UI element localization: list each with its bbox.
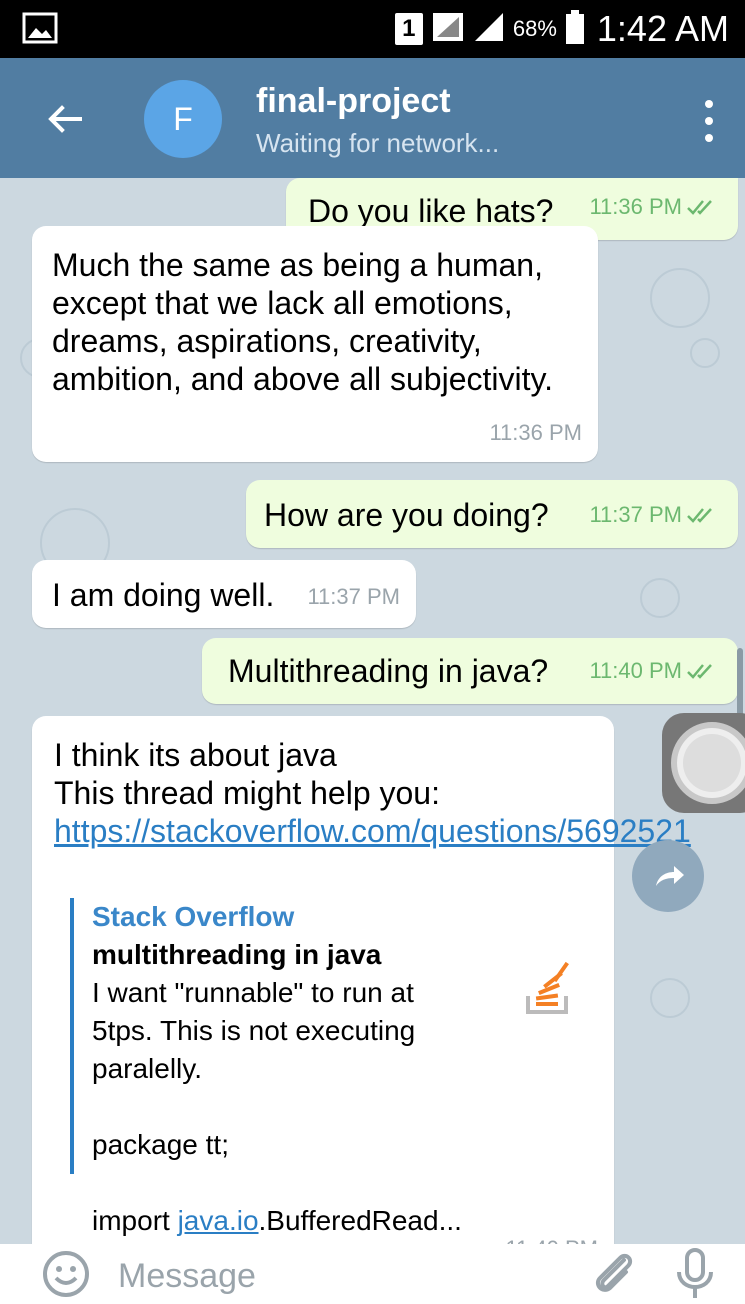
double-check-icon <box>687 508 712 523</box>
incoming-message[interactable]: I am doing well. 11:37 PM <box>32 560 416 628</box>
assistive-touch-button[interactable] <box>662 713 745 813</box>
signal-no-data-icon <box>431 11 465 48</box>
more-vertical-icon <box>705 100 713 108</box>
double-check-icon <box>687 664 712 679</box>
status-indicators: 1 68% 1:42 AM <box>394 0 729 58</box>
status-clock: 1:42 AM <box>596 8 729 49</box>
message-text: Do you like hats? <box>308 193 554 229</box>
chat-header: F final-project Waiting for network... <box>0 58 745 178</box>
outgoing-message[interactable]: How are you doing? 11:37 PM <box>246 480 738 548</box>
message-list[interactable]: Do you like hats? 11:36 PM Much the same… <box>0 178 745 1278</box>
attach-button[interactable] <box>586 1246 642 1302</box>
message-text: I am doing well. <box>52 577 275 613</box>
message-link[interactable]: https://stackoverflow.com/questions/5692… <box>54 813 691 849</box>
double-check-icon <box>687 200 712 215</box>
preview-title: multithreading in java <box>92 939 382 970</box>
connection-status: Waiting for network... <box>256 128 500 158</box>
preview-site-name: Stack Overflow <box>92 901 295 932</box>
message-time: 11:36 PM <box>589 194 682 219</box>
preview-description: I want "runnable" to run at 5tps. This i… <box>92 977 416 1084</box>
share-button[interactable] <box>632 840 704 912</box>
message-time: 11:40 PM <box>589 658 682 683</box>
message-composer <box>0 1244 745 1304</box>
scrollbar[interactable] <box>737 648 743 718</box>
forward-arrow-icon <box>656 866 684 886</box>
message-time: 11:37 PM <box>589 502 682 527</box>
wallpaper-doodle <box>690 338 720 368</box>
emoji-button[interactable] <box>40 1248 92 1300</box>
link-preview[interactable]: Stack Overflow multithreading in java I … <box>70 898 590 1236</box>
status-bar: 1 68% 1:42 AM <box>0 0 745 58</box>
wallpaper-doodle <box>650 978 690 1018</box>
preview-code-line: package tt; <box>92 1129 229 1160</box>
message-text: Much the same as being a human, except t… <box>52 247 554 397</box>
message-text: This thread might help you: <box>54 775 440 811</box>
message-meta: 11:40 PM <box>589 652 716 690</box>
incoming-message[interactable]: I think its about java This thread might… <box>32 716 691 1278</box>
message-text: I think its about java <box>54 737 337 773</box>
message-time: 11:37 PM <box>307 584 400 609</box>
sim-slot-badge: 1 <box>394 13 423 45</box>
battery-percent: 68% <box>512 16 557 41</box>
back-button[interactable] <box>40 94 90 144</box>
more-options-button[interactable] <box>695 96 723 146</box>
wallpaper-doodle <box>650 268 710 328</box>
chat-title[interactable]: final-project <box>256 82 451 121</box>
stackoverflow-logo-icon <box>520 958 580 1018</box>
smiley-icon <box>43 1251 89 1297</box>
paperclip-icon <box>595 1253 633 1292</box>
outgoing-message[interactable]: Multithreading in java? 11:40 PM <box>202 638 738 704</box>
message-input[interactable] <box>118 1252 538 1300</box>
message-text: How are you doing? <box>264 497 549 533</box>
battery-icon <box>565 9 585 49</box>
preview-inline-link[interactable]: java.io <box>178 1205 259 1236</box>
circle-icon <box>671 722 745 804</box>
message-meta: 11:37 PM <box>589 496 716 534</box>
microphone-icon <box>677 1248 713 1298</box>
signal-strength-icon <box>473 11 505 48</box>
avatar[interactable]: F <box>144 80 222 158</box>
preview-code-line: import java.io.BufferedRead... <box>92 1205 462 1236</box>
arrow-left-icon <box>48 105 82 133</box>
gallery-notification-icon <box>22 12 58 49</box>
message-meta: 11:36 PM <box>589 188 716 226</box>
microphone-button[interactable] <box>672 1246 718 1302</box>
message-time: 11:36 PM <box>489 420 582 445</box>
wallpaper-doodle <box>640 578 680 618</box>
message-text: Multithreading in java? <box>228 653 549 689</box>
incoming-message[interactable]: Much the same as being a human, except t… <box>32 226 598 462</box>
